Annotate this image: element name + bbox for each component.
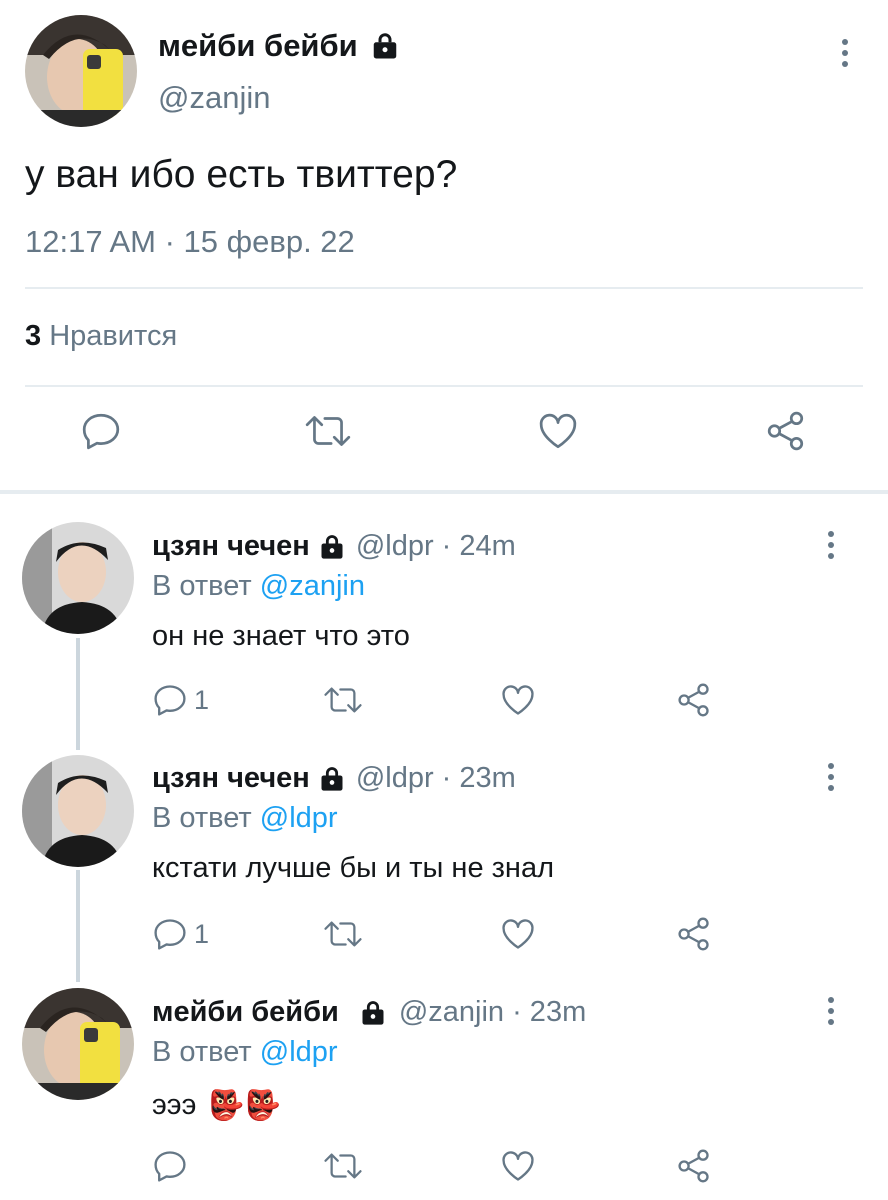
like-button[interactable]: [500, 1148, 536, 1184]
reply-icon: [152, 682, 188, 718]
share-button[interactable]: [676, 1148, 712, 1184]
more-vertical-icon[interactable]: [840, 38, 850, 68]
share-button[interactable]: [765, 410, 807, 452]
replying-to: В ответ @ldpr: [152, 1036, 338, 1069]
avatar[interactable]: [22, 755, 134, 867]
more-vertical-icon[interactable]: [826, 530, 836, 560]
like-button[interactable]: [500, 682, 536, 718]
tweet-text-content: эээ: [152, 1089, 197, 1121]
replying-to-link[interactable]: @ldpr: [260, 802, 338, 834]
share-button[interactable]: [676, 682, 712, 718]
tweet-text: кстати лучше бы и ты не знал: [152, 852, 554, 884]
handle[interactable]: @zanjin: [158, 80, 270, 116]
tweet-text: он не знает что это: [152, 620, 410, 652]
reply-button[interactable]: 1: [152, 916, 209, 952]
reply-count: 1: [194, 918, 210, 949]
display-name[interactable]: мейби бейби: [152, 996, 339, 1029]
likes-number: 3: [25, 320, 42, 352]
section-divider: [0, 490, 888, 494]
avatar[interactable]: [25, 15, 137, 127]
more-vertical-icon[interactable]: [826, 996, 836, 1026]
retweet-icon: [322, 916, 364, 952]
likes-label: Нравится: [49, 320, 178, 352]
retweet-button[interactable]: [322, 916, 364, 952]
goblin-emoji-icon: 👺👺: [208, 1088, 281, 1122]
share-icon: [676, 682, 712, 718]
replying-to-label: В ответ: [152, 570, 252, 602]
retweet-icon: [322, 682, 364, 718]
divider: [25, 287, 863, 289]
display-name[interactable]: мейби бейби: [158, 28, 400, 64]
retweet-button[interactable]: [303, 410, 353, 452]
reply-button[interactable]: [152, 1148, 188, 1184]
like-icon: [500, 1148, 536, 1184]
like-icon: [537, 410, 579, 452]
reply-header: мейби бейби @zanjin · 23m: [152, 996, 586, 1029]
replying-to-label: В ответ: [152, 802, 252, 834]
display-name[interactable]: цзян чечен: [152, 762, 310, 795]
share-icon: [765, 410, 807, 452]
like-icon: [500, 682, 536, 718]
reply-button[interactable]: 1: [152, 682, 209, 718]
replying-to: В ответ @ldpr: [152, 802, 338, 835]
replying-to-link[interactable]: @zanjin: [260, 570, 365, 602]
handle-time[interactable]: @ldpr · 24m: [356, 530, 516, 563]
divider: [25, 385, 863, 387]
replying-to-link[interactable]: @ldpr: [260, 1036, 338, 1068]
display-name[interactable]: цзян чечен: [152, 530, 310, 563]
share-icon: [676, 916, 712, 952]
tweet-text: у ван ибо есть твиттер?: [25, 153, 458, 196]
tweet-text: эээ 👺👺: [152, 1088, 281, 1123]
lock-icon: [318, 533, 346, 561]
action-bar: [0, 410, 888, 470]
handle-time[interactable]: @zanjin · 23m: [399, 996, 586, 1029]
reply-header: цзян чечен @ldpr · 24m: [152, 530, 516, 563]
retweet-icon: [322, 1148, 364, 1184]
reply-icon: [80, 410, 122, 452]
reply-button[interactable]: [80, 410, 122, 452]
lock-icon: [318, 765, 346, 793]
retweet-button[interactable]: [322, 1148, 364, 1184]
replying-to-label: В ответ: [152, 1036, 252, 1068]
lock-icon: [359, 999, 387, 1027]
lock-icon: [370, 31, 400, 61]
like-button[interactable]: [500, 916, 536, 952]
display-name-text: мейби бейби: [158, 28, 358, 63]
reply-header: цзян чечен @ldpr · 23m: [152, 762, 516, 795]
retweet-icon: [303, 410, 353, 452]
avatar[interactable]: [22, 988, 134, 1100]
avatar[interactable]: [22, 522, 134, 634]
more-vertical-icon[interactable]: [826, 762, 836, 792]
thread-line: [76, 638, 80, 750]
likes-count[interactable]: 3 Нравится: [25, 320, 177, 353]
replying-to: В ответ @zanjin: [152, 570, 365, 603]
share-icon: [676, 1148, 712, 1184]
timestamp[interactable]: 12:17 AM · 15 февр. 22: [25, 224, 355, 260]
reply-icon: [152, 1148, 188, 1184]
retweet-button[interactable]: [322, 682, 364, 718]
handle-time[interactable]: @ldpr · 23m: [356, 762, 516, 795]
like-icon: [500, 916, 536, 952]
reply-count: 1: [194, 684, 210, 715]
reply-icon: [152, 916, 188, 952]
share-button[interactable]: [676, 916, 712, 952]
thread-line: [76, 870, 80, 982]
like-button[interactable]: [537, 410, 579, 452]
